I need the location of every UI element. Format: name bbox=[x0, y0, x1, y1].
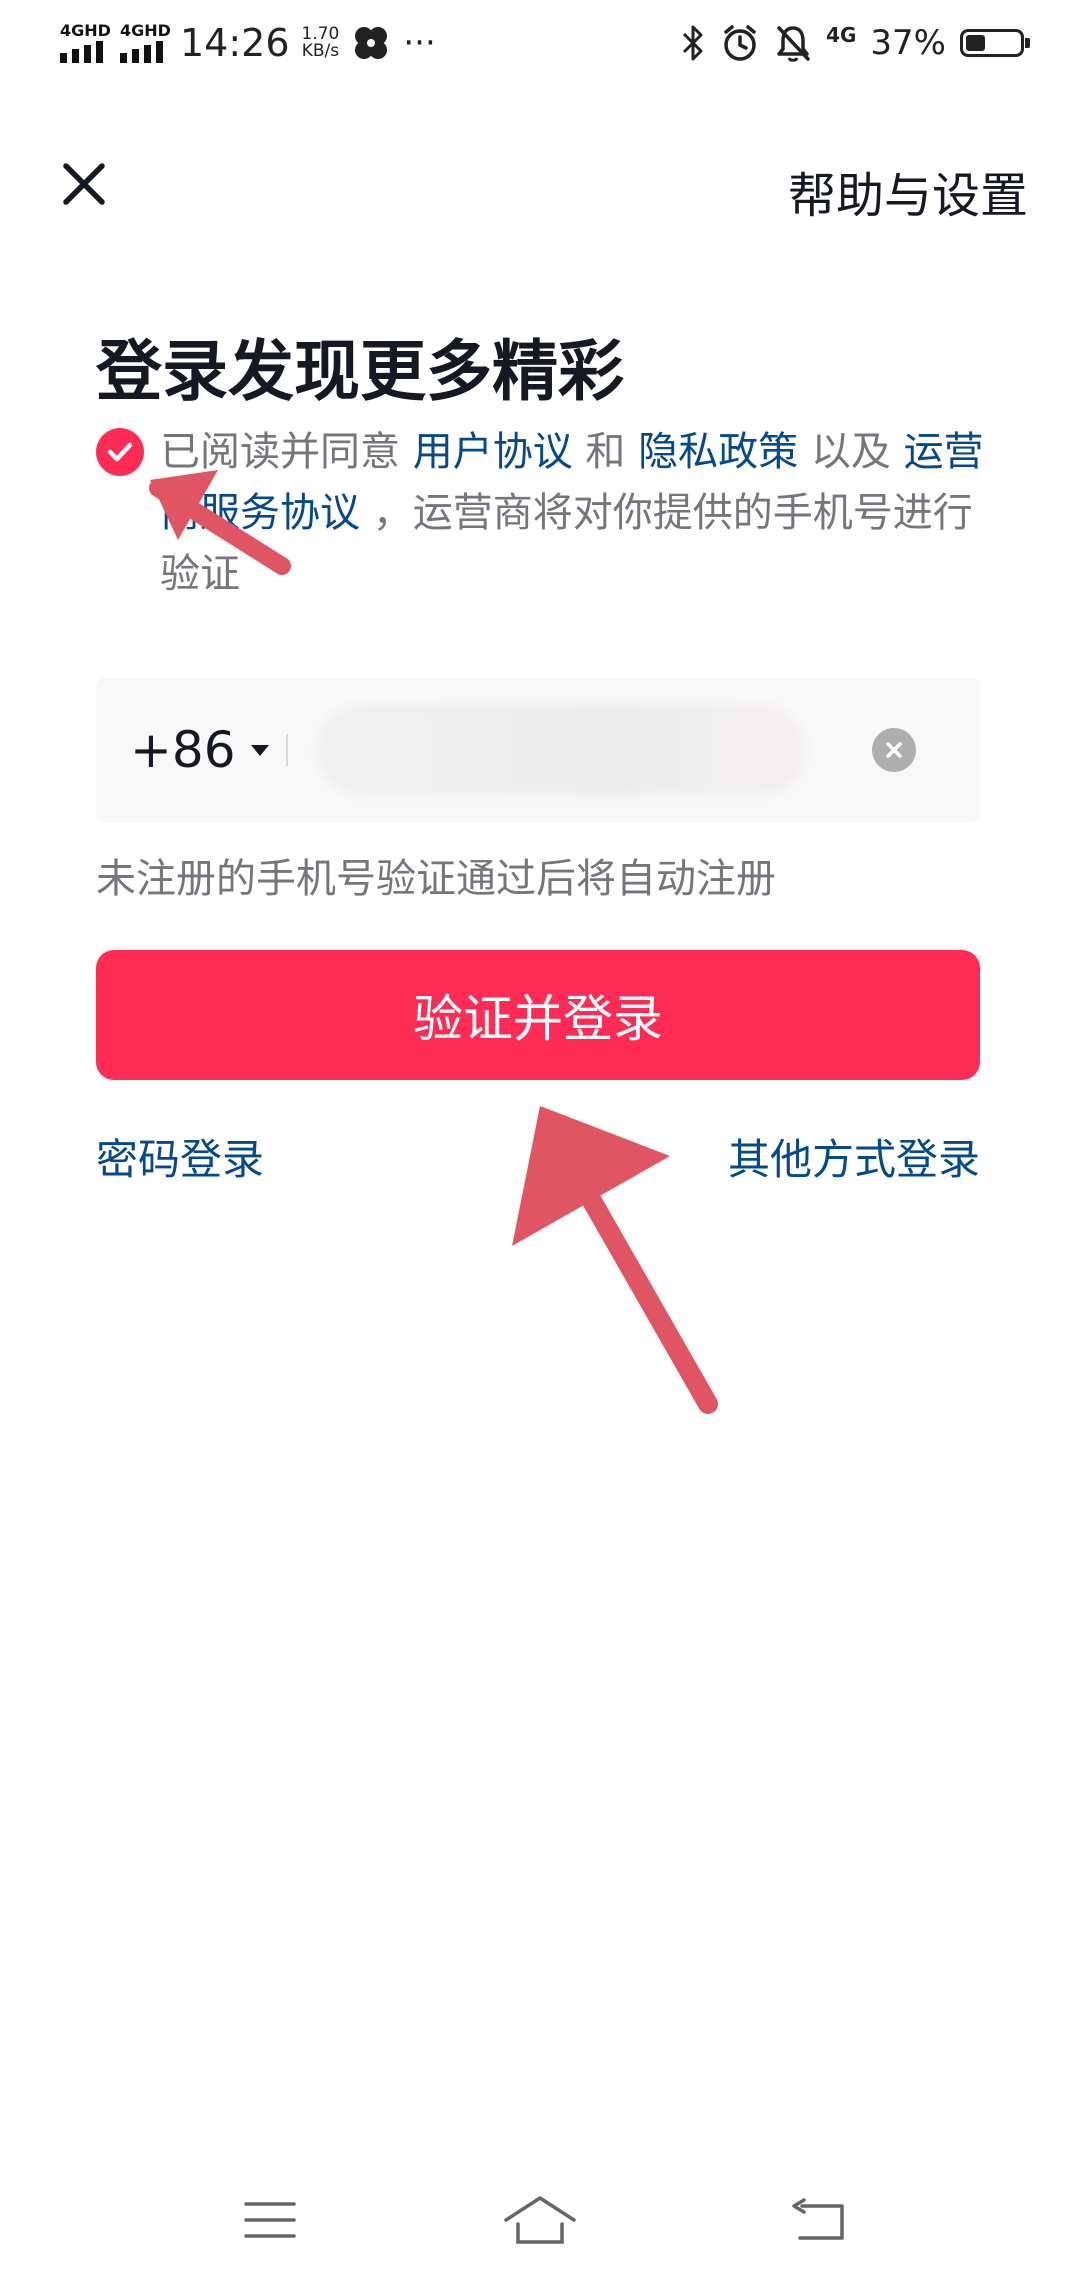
country-code-selector[interactable]: +86 bbox=[130, 678, 270, 822]
agreement-text-2: 和 bbox=[572, 429, 639, 475]
user-agreement-link[interactable]: 用户协议 bbox=[413, 429, 573, 475]
agreement-text-3: 以及 bbox=[798, 429, 904, 475]
clear-input-button[interactable] bbox=[872, 728, 916, 772]
field-divider bbox=[286, 734, 288, 766]
more-notifications-icon: ··· bbox=[403, 23, 436, 63]
alarm-icon bbox=[724, 25, 756, 61]
home-icon bbox=[504, 2196, 576, 2244]
network-type: 4G bbox=[826, 23, 857, 47]
close-button[interactable] bbox=[50, 150, 118, 218]
privacy-policy-link[interactable]: 隐私政策 bbox=[638, 429, 798, 475]
phone-field: +86 bbox=[96, 678, 980, 822]
bluetooth-icon bbox=[683, 25, 703, 61]
page-title: 登录发现更多精彩 bbox=[96, 333, 624, 410]
verify-login-button[interactable]: 验证并登录 bbox=[96, 950, 980, 1080]
mute-bell-icon bbox=[777, 26, 810, 62]
status-bar: 4GHD 4GHD 14:26 1.70 KB/s ··· 4G 37% bbox=[0, 0, 1080, 86]
network-speed-unit: KB/s bbox=[301, 41, 340, 61]
battery-level bbox=[966, 35, 985, 51]
auto-register-hint: 未注册的手机号验证通过后将自动注册 bbox=[96, 856, 776, 902]
network-speed: 1.70 KB/s bbox=[302, 26, 340, 60]
country-code: +86 bbox=[130, 721, 236, 779]
battery-percent: 37% bbox=[870, 23, 946, 63]
menu-button[interactable] bbox=[230, 2180, 310, 2260]
signal-icon: 4GHD bbox=[60, 21, 111, 65]
fan-app-icon bbox=[355, 27, 388, 59]
back-icon bbox=[792, 2198, 844, 2240]
system-nav-bar bbox=[0, 2160, 1080, 2280]
agreement-checkbox[interactable] bbox=[96, 428, 144, 476]
battery-icon bbox=[960, 29, 1030, 57]
phone-input[interactable] bbox=[306, 708, 790, 794]
close-icon bbox=[63, 163, 105, 205]
help-settings-link[interactable]: 帮助与设置 bbox=[788, 156, 1028, 226]
check-icon bbox=[107, 442, 133, 462]
status-time: 14:26 bbox=[180, 21, 290, 65]
annotation-arrow-login bbox=[512, 1106, 718, 1414]
menu-icon bbox=[244, 2202, 296, 2238]
home-button[interactable] bbox=[500, 2180, 580, 2260]
network-label-2: 4GHD bbox=[120, 21, 171, 40]
status-left: 4GHD 4GHD 14:26 1.70 KB/s ··· bbox=[60, 18, 436, 68]
password-login-link[interactable]: 密码登录 bbox=[96, 1126, 264, 1187]
status-right: 4G 37% bbox=[680, 18, 1030, 68]
network-label-1: 4GHD bbox=[60, 21, 111, 40]
caret-down-icon bbox=[250, 745, 269, 756]
signal-icon-2: 4GHD bbox=[120, 21, 171, 65]
back-button[interactable] bbox=[780, 2180, 860, 2260]
clear-icon bbox=[886, 742, 902, 758]
agreement-text-1: 已阅读并同意 bbox=[160, 429, 413, 475]
other-login-link[interactable]: 其他方式登录 bbox=[728, 1126, 980, 1187]
agreement-text: 已阅读并同意 用户协议 和 隐私政策 以及 运营商服务协议 ，运营商将对你提供的… bbox=[160, 422, 990, 605]
